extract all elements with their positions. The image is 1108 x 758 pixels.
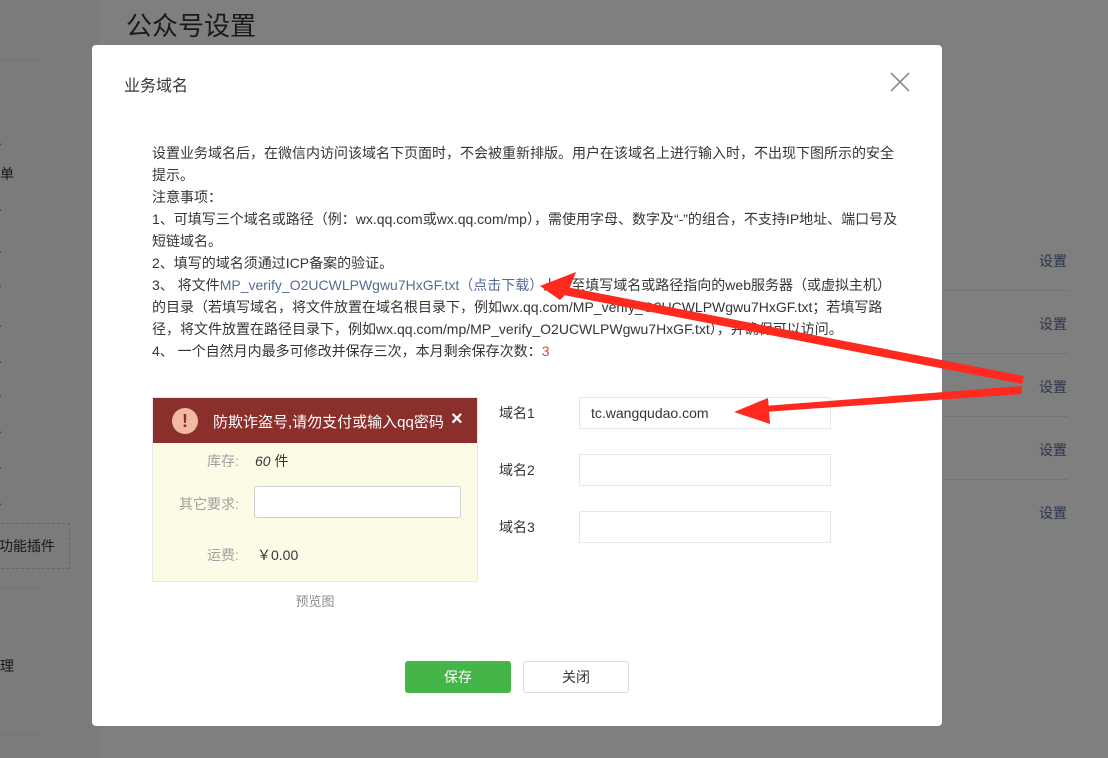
other-requirements-input	[254, 486, 461, 518]
preview-caption: 预览图	[295, 594, 335, 609]
note-3: 3、 将文件MP_verify_O2UCWLPWgwu7HxGF.txt（点击下…	[152, 274, 902, 340]
note-3-prefix: 3、 将文件	[152, 277, 220, 293]
close-button[interactable]: 关闭	[523, 661, 629, 693]
stock-unit: 件	[274, 453, 289, 469]
stock-number: 60	[255, 453, 271, 469]
notes-heading: 注意事项：	[152, 189, 222, 205]
note-2: 2、填写的域名须通过ICP备案的验证。	[152, 255, 394, 271]
warning-text: 防欺诈盗号,请勿支付或输入qq密码	[213, 414, 444, 431]
domain-3-label: 域名3	[499, 519, 535, 535]
close-icon[interactable]	[888, 70, 912, 94]
domain-2-label: 域名2	[499, 462, 535, 478]
dialog-title: 业务域名	[124, 78, 189, 95]
download-link[interactable]: （点击下载）	[459, 277, 543, 293]
shipping-value: ￥0.00	[257, 547, 299, 563]
other-requirements-label: 其它要求:	[179, 496, 239, 512]
stock-label: 库存:	[207, 453, 239, 469]
shipping-label: 运费:	[207, 547, 239, 563]
remaining-count: 3	[541, 343, 550, 359]
business-domain-dialog: 业务域名 设置业务域名后，在微信内访问该域名下页面时，不会被重新排版。用户在该域…	[92, 45, 942, 726]
description-intro: 设置业务域名后，在微信内访问该域名下页面时，不会被重新排版。用户在该域名上进行输…	[152, 145, 894, 183]
domain-2-input[interactable]	[579, 454, 831, 486]
warning-bar: ! 防欺诈盗号,请勿支付或输入qq密码 ×	[153, 398, 477, 443]
save-button[interactable]: 保存	[405, 661, 511, 693]
verify-file-link[interactable]: MP_verify_O2UCWLPWgwu7HxGF.txt	[220, 277, 460, 293]
note-4-prefix: 4、 一个自然月内最多可修改并保存三次，本月剩余保存次数：	[152, 343, 542, 359]
description: 设置业务域名后，在微信内访问该域名下页面时，不会被重新排版。用户在该域名上进行输…	[152, 142, 902, 362]
warning-close-icon: ×	[451, 408, 463, 430]
domain-1-label: 域名1	[499, 405, 535, 421]
domain-3-input[interactable]	[579, 511, 831, 543]
warning-icon: !	[172, 408, 198, 434]
domain-1-input[interactable]	[579, 397, 831, 429]
stock-value: 60 件	[255, 451, 288, 471]
note-1: 1、可填写三个域名或路径（例：wx.qq.com或wx.qq.com/mp），需…	[152, 211, 898, 249]
security-warning-preview: ! 防欺诈盗号,请勿支付或输入qq密码 × 库存: 60 件 其它要求: 运费:…	[152, 397, 478, 582]
note-4: 4、 一个自然月内最多可修改并保存三次，本月剩余保存次数：3	[152, 340, 902, 362]
